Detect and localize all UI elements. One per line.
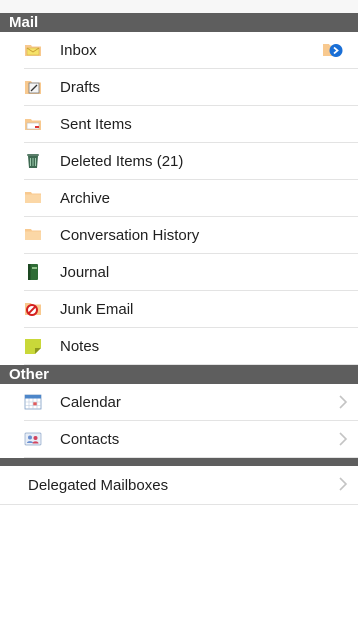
folder-icon: [24, 189, 42, 207]
note-icon: [24, 337, 42, 355]
folder-label: Junk Email: [60, 300, 134, 318]
chevron-right-icon: [338, 394, 348, 410]
contacts-card-icon: [24, 430, 42, 448]
trash-can-icon: [24, 152, 42, 170]
folder-item-inbox[interactable]: Inbox: [24, 32, 358, 69]
folder-label: Notes: [60, 337, 100, 355]
chevron-right-icon: [338, 431, 348, 447]
sent-folder-icon: [24, 115, 42, 133]
nav-item-calendar[interactable]: Calendar: [24, 384, 358, 421]
folder-item-notes[interactable]: Notes: [24, 328, 358, 365]
nav-label: Delegated Mailboxes: [28, 476, 169, 494]
folder-label: Inbox: [60, 41, 97, 59]
junk-folder-icon: [24, 300, 42, 318]
folder-label: Sent Items: [60, 115, 132, 133]
folder-item-archive[interactable]: Archive: [24, 180, 358, 217]
folder-label: Drafts: [60, 78, 101, 96]
journal-book-icon: [24, 263, 42, 281]
folder-item-journal[interactable]: Journal: [24, 254, 358, 291]
folder-item-conversation-history[interactable]: Conversation History: [24, 217, 358, 254]
inbox-folder-icon: [24, 41, 42, 59]
chevron-right-icon: [338, 476, 348, 492]
folder-item-sent[interactable]: Sent Items: [24, 106, 358, 143]
nav-item-contacts[interactable]: Contacts: [24, 421, 358, 458]
folder-label: Archive: [60, 189, 111, 207]
section-divider: [0, 458, 358, 466]
sync-status-icon[interactable]: [322, 41, 344, 59]
folder-label: Journal: [60, 263, 110, 281]
folder-item-deleted[interactable]: Deleted Items (21): [24, 143, 358, 180]
folder-item-junk[interactable]: Junk Email: [24, 291, 358, 328]
nav-label: Calendar: [60, 393, 121, 411]
calendar-icon: [24, 393, 42, 411]
nav-label: Contacts: [60, 430, 120, 448]
top-spacer: [0, 0, 358, 13]
other-section-header: Other: [0, 365, 358, 384]
folder-icon: [24, 226, 42, 244]
mail-section-header: Mail: [0, 13, 358, 32]
folder-label: Deleted Items (21): [60, 152, 184, 170]
folder-item-drafts[interactable]: Drafts: [24, 69, 358, 106]
drafts-folder-icon: [24, 78, 42, 96]
delegated-mailboxes-item[interactable]: Delegated Mailboxes: [0, 466, 358, 505]
folder-label: Conversation History: [60, 226, 200, 244]
